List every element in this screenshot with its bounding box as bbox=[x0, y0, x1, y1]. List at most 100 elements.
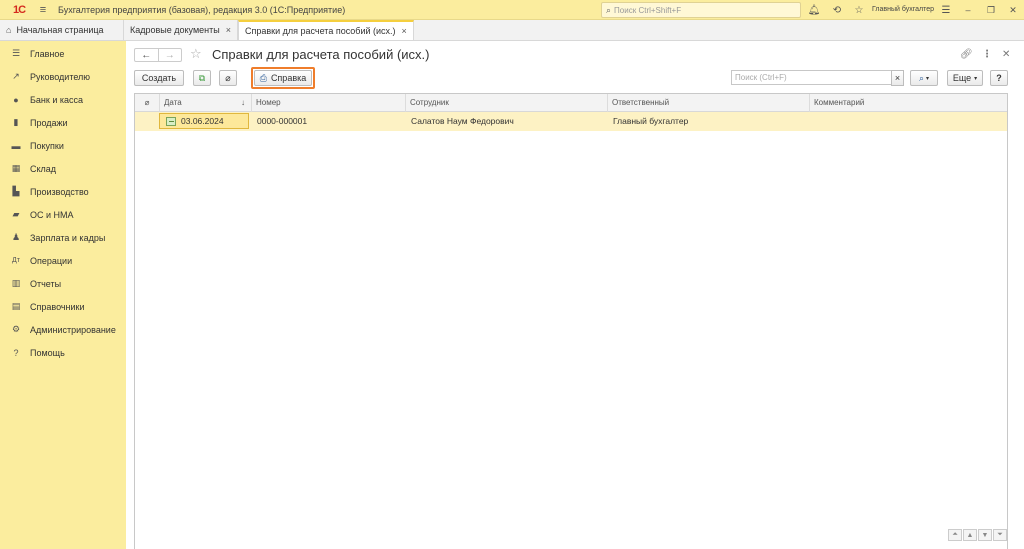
posted-document-icon bbox=[166, 117, 176, 126]
sidebar-item-label: Банк и касса bbox=[30, 94, 83, 105]
scroll-down-icon[interactable]: ▼ bbox=[978, 529, 992, 541]
star-icon[interactable]: ☆ bbox=[851, 2, 867, 18]
person-icon: ♟ bbox=[11, 232, 21, 242]
chart-up-icon: ↗ bbox=[12, 71, 20, 81]
forward-button[interactable]: → bbox=[157, 49, 182, 61]
link-icon[interactable]: 🔗︎ bbox=[960, 49, 973, 60]
attachment-icon[interactable]: ⌀ bbox=[219, 70, 237, 86]
global-search-placeholder: Поиск Ctrl+Shift+F bbox=[614, 5, 682, 15]
favorite-star-icon[interactable]: ☆ bbox=[190, 46, 202, 62]
sidebar: ☰ Главное ↗ Руководителю ● Банк и касса ▮ Пр… bbox=[0, 41, 126, 549]
sidebar-item-help[interactable]: ? Помощь bbox=[0, 341, 126, 364]
sidebar-item-label: Покупки bbox=[30, 140, 64, 151]
more-button[interactable]: Еще ▾ bbox=[947, 70, 983, 86]
table-header: ⌀ Дата ↓ Номер Сотрудник Ответственный К… bbox=[135, 94, 1007, 112]
warehouse-icon: ▦ bbox=[11, 163, 21, 173]
search-icon: ⌕ bbox=[918, 72, 925, 83]
cell-comment[interactable] bbox=[811, 112, 815, 131]
sidebar-item-sales[interactable]: ▮ Продажи bbox=[0, 111, 126, 134]
printer-icon: ⎙ bbox=[259, 72, 267, 83]
sidebar-item-assets[interactable]: ▰ ОС и НМА bbox=[0, 203, 126, 226]
print-certificate-button[interactable]: ⎙ Справка bbox=[254, 70, 312, 86]
sidebar-item-label: Производство bbox=[30, 186, 89, 197]
scroll-up-icon[interactable]: ▲ bbox=[963, 529, 977, 541]
chevron-down-icon: ▾ bbox=[974, 75, 978, 82]
sidebar-item-catalogs[interactable]: ▤ Справочники bbox=[0, 295, 126, 318]
close-icon[interactable]: ✕ bbox=[1002, 0, 1024, 20]
column-date[interactable]: Дата ↓ bbox=[159, 94, 251, 112]
page-title: Справки для расчета пособий (исх.) bbox=[212, 47, 430, 62]
tab-home-label: Начальная страница bbox=[16, 25, 104, 35]
book-icon: ▤ bbox=[11, 301, 21, 311]
copy-icon[interactable]: ⧉ bbox=[193, 70, 211, 86]
sidebar-item-label: Отчеты bbox=[30, 278, 62, 289]
nav-buttons: ← → bbox=[134, 48, 182, 62]
back-button[interactable]: ← bbox=[135, 49, 158, 61]
sidebar-item-operations[interactable]: Дт Операции bbox=[0, 249, 126, 272]
sidebar-item-main[interactable]: ☰ Главное bbox=[0, 42, 126, 65]
cell-number[interactable]: 0000-000001 bbox=[253, 112, 307, 131]
search-dropdown-button[interactable]: ⌕ ▾ bbox=[910, 70, 938, 86]
column-comment[interactable]: Комментарий bbox=[809, 94, 1007, 112]
more-button-label: Еще bbox=[952, 73, 972, 83]
close-icon[interactable]: × bbox=[402, 26, 407, 36]
more-vert-icon[interactable]: ⋮ bbox=[982, 49, 992, 60]
gear-icon: ⚙ bbox=[11, 324, 21, 334]
history-icon[interactable]: ⟲ bbox=[829, 2, 845, 18]
sidebar-item-label: Руководителю bbox=[30, 71, 91, 82]
tab-label: Справки для расчета пособий (исх.) bbox=[244, 26, 396, 36]
close-form-icon[interactable]: ✕ bbox=[1002, 49, 1010, 60]
home-icon: ⌂ bbox=[6, 25, 12, 35]
create-button[interactable]: Создать bbox=[134, 70, 184, 86]
truck-icon: ▰ bbox=[12, 209, 20, 219]
sidebar-item-label: Склад bbox=[30, 163, 57, 174]
minimize-icon[interactable]: – bbox=[957, 0, 979, 20]
help-button[interactable]: ? bbox=[990, 70, 1008, 86]
sidebar-item-label: Помощь bbox=[30, 347, 65, 358]
bag-icon: ▮ bbox=[13, 117, 19, 127]
restore-icon[interactable]: ❐ bbox=[980, 0, 1002, 20]
close-icon[interactable]: × bbox=[226, 25, 231, 35]
column-number[interactable]: Номер bbox=[251, 94, 405, 112]
cell-employee[interactable]: Салатов Наум Федорович bbox=[407, 112, 514, 131]
list-search-input[interactable]: Поиск (Ctrl+F) bbox=[731, 70, 892, 85]
attachment-column-icon: ⌀ bbox=[144, 98, 150, 107]
sidebar-item-purchases[interactable]: ▬ Покупки bbox=[0, 134, 126, 157]
app-title: Бухгалтерия предприятия (базовая), редак… bbox=[58, 4, 346, 15]
scroll-first-icon[interactable]: ⏶ bbox=[948, 529, 962, 541]
tab-benefit-certificates[interactable]: Справки для расчета пособий (исх.) × bbox=[237, 20, 414, 40]
chevron-down-icon: ▾ bbox=[926, 75, 930, 82]
menu-icon[interactable]: ≡ bbox=[36, 0, 50, 20]
sidebar-item-label: ОС и НМА bbox=[30, 209, 74, 220]
table-row[interactable]: 03.06.2024 0000-000001 Салатов Наум Федо… bbox=[135, 112, 1007, 131]
help-icon: ? bbox=[13, 347, 19, 358]
global-search-input[interactable]: ⌕ Поиск Ctrl+Shift+F bbox=[601, 2, 801, 18]
cell-date[interactable]: 03.06.2024 bbox=[177, 112, 224, 131]
column-employee[interactable]: Сотрудник bbox=[405, 94, 607, 112]
menu-icon: ☰ bbox=[11, 48, 21, 58]
scroll-last-icon[interactable]: ⏷ bbox=[993, 529, 1007, 541]
sidebar-item-admin[interactable]: ⚙ Администрирование bbox=[0, 318, 126, 341]
tab-label: Кадровые документы bbox=[130, 25, 220, 35]
sidebar-item-production[interactable]: ▙ Производство bbox=[0, 180, 126, 203]
tab-hr-documents[interactable]: Кадровые документы × bbox=[124, 20, 238, 40]
clear-search-button[interactable]: × bbox=[891, 70, 904, 86]
bell-icon[interactable]: 🔔︎ bbox=[806, 2, 822, 18]
cell-responsible[interactable]: Главный бухгалтер bbox=[609, 112, 688, 131]
sidebar-item-salary[interactable]: ♟ Зарплата и кадры bbox=[0, 226, 126, 249]
sidebar-item-warehouse[interactable]: ▦ Склад bbox=[0, 157, 126, 180]
sidebar-item-label: Зарплата и кадры bbox=[30, 232, 106, 243]
tab-home[interactable]: ⌂ Начальная страница bbox=[0, 20, 124, 40]
sidebar-item-reports[interactable]: ▥ Отчеты bbox=[0, 272, 126, 295]
sidebar-item-bank[interactable]: ● Банк и касса bbox=[0, 88, 126, 111]
user-name[interactable]: Главный бухгалтер bbox=[872, 0, 934, 20]
main-panel: ← → ☆ Справки для расчета пособий (исх.)… bbox=[126, 41, 1024, 549]
settings-icon[interactable]: ☰ bbox=[938, 2, 954, 18]
title-bar: 1С ≡ Бухгалтерия предприятия (базовая), … bbox=[0, 0, 1024, 20]
sidebar-item-label: Администрирование bbox=[30, 324, 116, 335]
sidebar-item-label: Главное bbox=[30, 48, 65, 59]
sidebar-item-manager[interactable]: ↗ Руководителю bbox=[0, 65, 126, 88]
column-responsible[interactable]: Ответственный bbox=[607, 94, 809, 112]
sidebar-item-label: Справочники bbox=[30, 301, 85, 312]
column-date-label: Дата bbox=[164, 98, 182, 107]
